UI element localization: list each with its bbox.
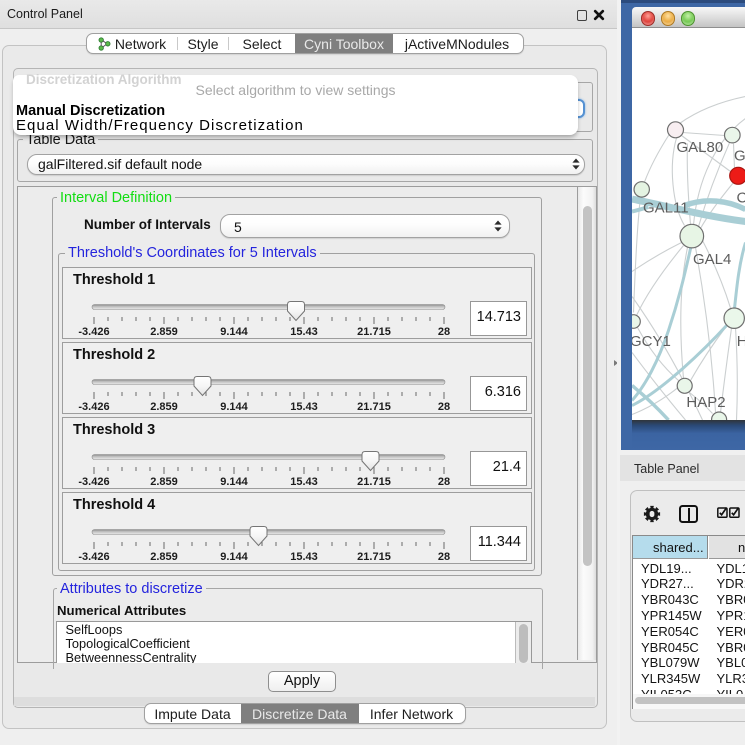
svg-text:15.43: 15.43 (290, 401, 318, 413)
svg-text:2.859: 2.859 (150, 476, 178, 488)
svg-text:2.859: 2.859 (150, 551, 178, 563)
svg-text:-3.426: -3.426 (78, 551, 109, 563)
svg-text:H: H (736, 332, 745, 349)
svg-text:HAP2: HAP2 (686, 394, 725, 411)
svg-text:GAL4: GAL4 (693, 251, 731, 268)
svg-text:GCY1: GCY1 (632, 332, 671, 349)
svg-text:GAL11: GAL11 (643, 199, 689, 216)
svg-text:GAL: GAL (734, 147, 745, 164)
svg-text:2.859: 2.859 (150, 401, 178, 413)
svg-text:28: 28 (438, 551, 450, 563)
svg-text:21.715: 21.715 (357, 401, 391, 413)
svg-text:15.43: 15.43 (290, 326, 318, 338)
svg-text:15.43: 15.43 (290, 476, 318, 488)
svg-text:28: 28 (438, 476, 450, 488)
svg-text:9.144: 9.144 (220, 401, 248, 413)
svg-text:21.715: 21.715 (357, 551, 391, 563)
svg-text:9.144: 9.144 (220, 551, 248, 563)
svg-text:GAL80: GAL80 (676, 139, 723, 156)
svg-text:-3.426: -3.426 (78, 326, 109, 338)
svg-text:21.715: 21.715 (357, 476, 391, 488)
svg-text:28: 28 (438, 326, 450, 338)
svg-text:9.144: 9.144 (220, 326, 248, 338)
svg-text:9.144: 9.144 (220, 476, 248, 488)
svg-text:C: C (736, 189, 745, 206)
svg-text:-3.426: -3.426 (78, 476, 109, 488)
svg-text:28: 28 (438, 401, 450, 413)
svg-text:2.859: 2.859 (150, 326, 178, 338)
svg-text:21.715: 21.715 (357, 326, 391, 338)
svg-text:15.43: 15.43 (290, 551, 318, 563)
svg-text:-3.426: -3.426 (78, 401, 109, 413)
